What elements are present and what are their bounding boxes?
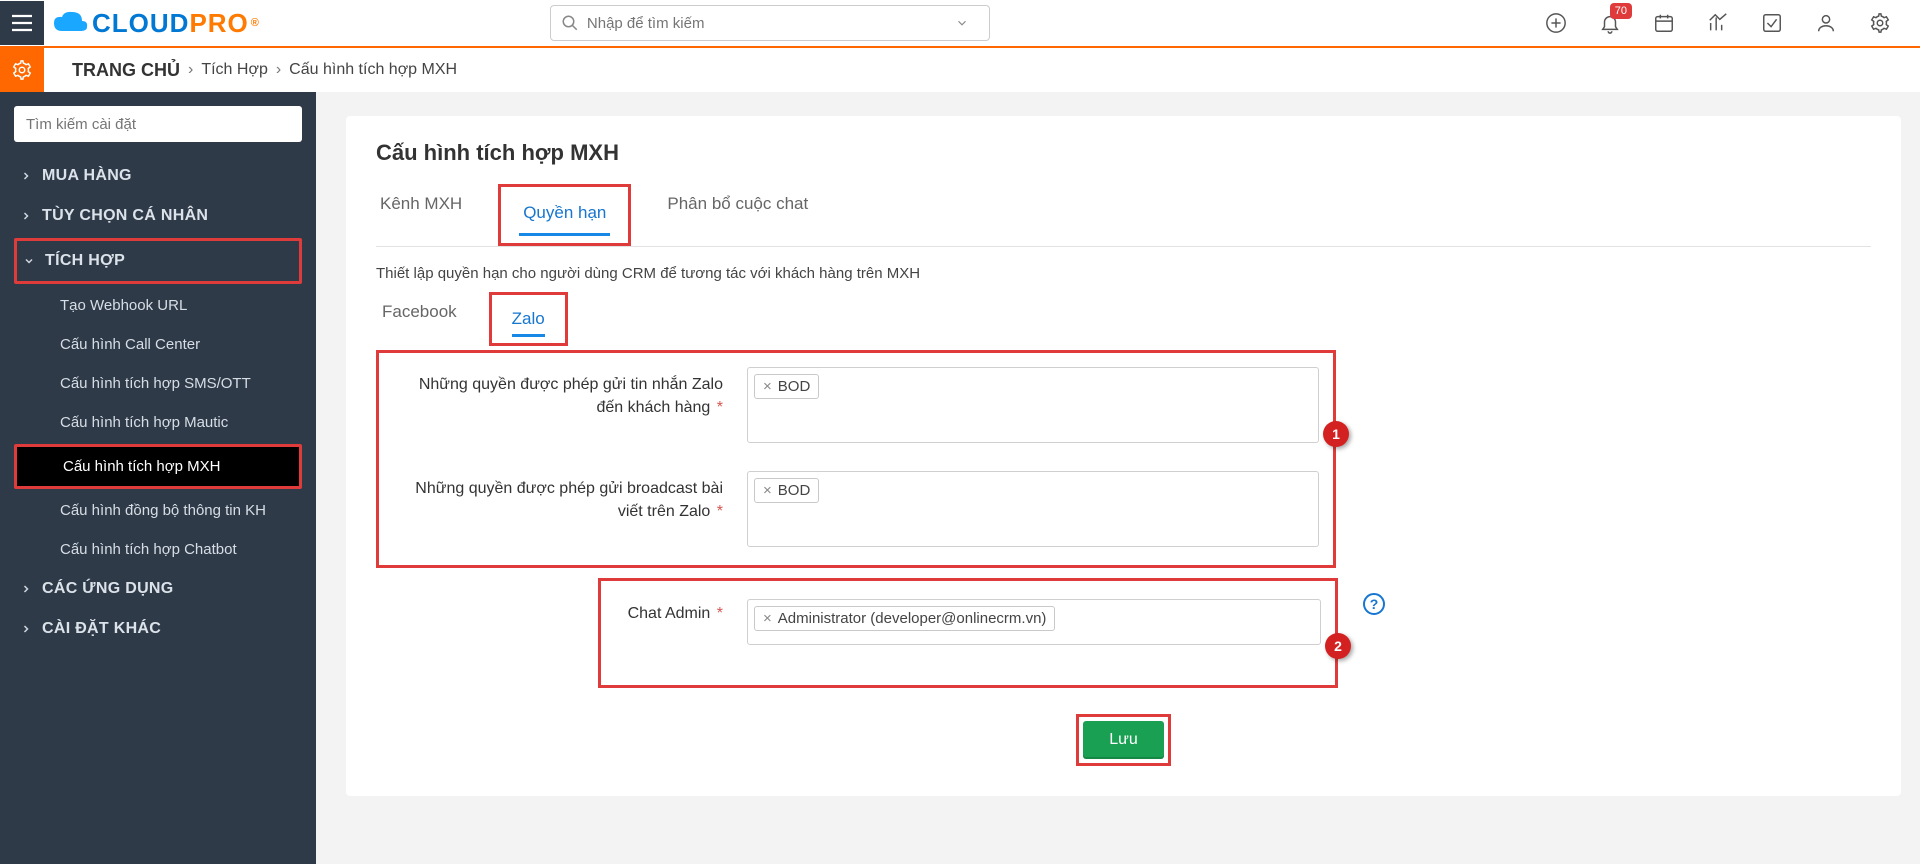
sidebar-sub-chatbot[interactable]: Cấu hình tích hợp Chatbot — [14, 530, 302, 569]
remove-tag-icon[interactable]: × — [763, 610, 772, 627]
settings-card: Cấu hình tích hợp MXH Kênh MXH Quyền hạn… — [346, 116, 1901, 796]
sidebar-sub-label: Cấu hình tích hợp SMS/OTT — [60, 375, 251, 392]
breadcrumb: TRANG CHỦ › Tích Hợp › Cấu hình tích hợp… — [72, 60, 457, 81]
sidebar-item-label: TÍCH HỢP — [45, 252, 125, 270]
remove-tag-icon[interactable]: × — [763, 482, 772, 499]
sidebar-item-tuy-chon-ca-nhan[interactable]: TÙY CHỌN CÁ NHÂN — [14, 196, 302, 236]
sidebar-item-label: CÀI ĐẶT KHÁC — [42, 620, 161, 638]
sidebar-item-tich-hop[interactable]: TÍCH HỢP — [17, 241, 299, 281]
add-icon[interactable] — [1544, 11, 1568, 35]
chevron-right-icon — [20, 210, 32, 222]
profile-icon[interactable] — [1814, 11, 1838, 35]
permissions-group: Những quyền được phép gửi tin nhắn Zalo … — [376, 350, 1336, 568]
settings-gear-icon[interactable] — [1868, 11, 1892, 35]
top-bar: CLOUDPRO® 70 — [0, 0, 1920, 48]
field-label-send-message: Những quyền được phép gửi tin nhắn Zalo … — [393, 367, 723, 419]
chevron-right-icon: › — [276, 61, 281, 79]
help-icon[interactable]: ? — [1363, 593, 1385, 615]
sidebar-sub-call-center[interactable]: Cấu hình Call Center — [14, 325, 302, 364]
remove-tag-icon[interactable]: × — [763, 378, 772, 395]
chevron-down-icon — [23, 255, 35, 267]
sidebar-item-mua-hang[interactable]: MUA HÀNG — [14, 156, 302, 196]
chevron-right-icon — [20, 623, 32, 635]
chevron-right-icon — [20, 583, 32, 595]
cloud-icon — [52, 9, 88, 37]
channel-subtabs: Facebook Zalo — [376, 292, 1871, 346]
tab-description: Thiết lập quyền hạn cho người dùng CRM đ… — [376, 265, 1871, 282]
user-tag[interactable]: × Administrator (developer@onlinecrm.vn) — [754, 606, 1055, 631]
subtab-label: Zalo — [512, 309, 545, 328]
main-tabs: Kênh MXH Quyền hạn Phân bổ cuộc chat — [376, 184, 1871, 247]
sidebar-sub-label: Cấu hình tích hợp Mautic — [60, 414, 228, 431]
breadcrumb-bar: TRANG CHỦ › Tích Hợp › Cấu hình tích hợp… — [0, 48, 1920, 92]
analytics-icon[interactable] — [1706, 11, 1730, 35]
tag-label: BOD — [778, 482, 811, 499]
search-icon — [561, 14, 579, 32]
tab-label: Kênh MXH — [380, 194, 462, 213]
settings-home-icon[interactable] — [0, 48, 44, 92]
broadcast-roles-input[interactable]: × BOD — [747, 471, 1319, 547]
chevron-right-icon: › — [188, 61, 193, 79]
logo-text-pro: PRO — [189, 8, 248, 39]
sidebar-sub-label: Cấu hình tích hợp MXH — [63, 458, 220, 475]
chat-admin-input[interactable]: × Administrator (developer@onlinecrm.vn) — [747, 599, 1321, 645]
sidebar-item-cac-ung-dung[interactable]: CÁC ỨNG DỤNG — [14, 569, 302, 609]
callout-2: 2 — [1325, 633, 1351, 659]
notification-badge: 70 — [1610, 3, 1632, 19]
chevron-down-icon[interactable] — [953, 16, 971, 30]
subtab-label: Facebook — [382, 302, 457, 321]
tag-label: BOD — [778, 378, 811, 395]
save-button[interactable]: Lưu — [1083, 721, 1164, 759]
sidebar-item-cai-dat-khac[interactable]: CÀI ĐẶT KHÁC — [14, 609, 302, 649]
top-icon-bar: 70 — [1544, 11, 1920, 35]
tab-label: Phân bổ cuộc chat — [667, 194, 808, 213]
sidebar-item-label: MUA HÀNG — [42, 167, 132, 185]
settings-sidebar: MUA HÀNG TÙY CHỌN CÁ NHÂN TÍCH HỢP Tạo W… — [0, 92, 316, 864]
hamburger-menu[interactable] — [0, 1, 44, 45]
sidebar-sub-label: Tạo Webhook URL — [60, 297, 187, 314]
sidebar-item-label: CÁC ỨNG DỤNG — [42, 580, 174, 598]
logo[interactable]: CLOUDPRO® — [52, 8, 260, 39]
sidebar-sub-webhook[interactable]: Tạo Webhook URL — [14, 286, 302, 325]
calendar-icon[interactable] — [1652, 11, 1676, 35]
sidebar-sub-dong-bo-kh[interactable]: Cấu hình đồng bộ thông tin KH — [14, 491, 302, 530]
global-search[interactable] — [550, 5, 990, 41]
role-tag[interactable]: × BOD — [754, 478, 819, 503]
field-label-broadcast: Những quyền được phép gửi broadcast bài … — [393, 471, 723, 523]
sidebar-item-label: TÙY CHỌN CÁ NHÂN — [42, 207, 208, 225]
sidebar-sub-mautic[interactable]: Cấu hình tích hợp Mautic — [14, 403, 302, 442]
notifications-icon[interactable]: 70 — [1598, 11, 1622, 35]
breadcrumb-home[interactable]: TRANG CHỦ — [72, 60, 180, 81]
tab-label: Quyền hạn — [523, 203, 606, 222]
role-tag[interactable]: × BOD — [754, 374, 819, 399]
sidebar-search-input[interactable] — [14, 106, 302, 142]
sidebar-sub-label: Cấu hình tích hợp Chatbot — [60, 541, 237, 558]
tasks-icon[interactable] — [1760, 11, 1784, 35]
main-area: Cấu hình tích hợp MXH Kênh MXH Quyền hạn… — [316, 92, 1920, 864]
breadcrumb-level-2: Cấu hình tích hợp MXH — [289, 61, 457, 79]
sidebar-sub-label: Cấu hình Call Center — [60, 336, 200, 353]
chat-admin-group: Chat Admin * × Administrator (developer@o… — [598, 578, 1338, 688]
send-message-roles-input[interactable]: × BOD — [747, 367, 1319, 443]
subtab-facebook[interactable]: Facebook — [376, 292, 463, 346]
tag-label: Administrator (developer@onlinecrm.vn) — [778, 610, 1047, 627]
page-title: Cấu hình tích hợp MXH — [376, 140, 1871, 166]
save-highlight: Lưu — [1076, 714, 1171, 766]
sidebar-sub-sms-ott[interactable]: Cấu hình tích hợp SMS/OTT — [14, 364, 302, 403]
sidebar-sub-mxh[interactable]: Cấu hình tích hợp MXH — [17, 447, 299, 486]
logo-reg: ® — [251, 17, 260, 29]
tab-phan-bo-chat[interactable]: Phân bổ cuộc chat — [663, 184, 812, 246]
field-label-chat-admin: Chat Admin * — [615, 599, 723, 623]
logo-text-cloud: CLOUD — [92, 8, 189, 39]
breadcrumb-level-1[interactable]: Tích Hợp — [201, 61, 268, 79]
tab-quyen-han[interactable]: Quyền hạn — [519, 193, 610, 235]
callout-1: 1 — [1323, 421, 1349, 447]
subtab-zalo[interactable]: Zalo — [506, 299, 551, 339]
sidebar-sub-label: Cấu hình đồng bộ thông tin KH — [60, 502, 266, 519]
chevron-right-icon — [20, 170, 32, 182]
tab-kenh-mxh[interactable]: Kênh MXH — [376, 184, 466, 246]
global-search-input[interactable] — [587, 15, 945, 32]
